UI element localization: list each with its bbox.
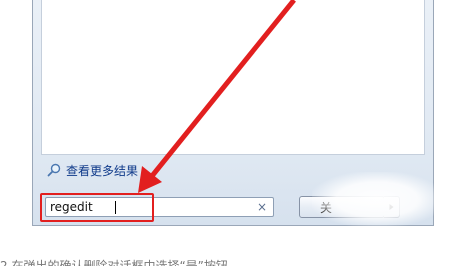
see-more-results-link[interactable]: 查看更多结果: [47, 161, 138, 179]
search-highlight-box: [40, 193, 154, 222]
magnifier-icon: [47, 163, 61, 177]
screenshot-stage: 查看更多结果 × 关 2 在弹出的确认删除对话框中选择“是”按钮。: [0, 0, 458, 266]
search-results-pane: [41, 0, 425, 155]
blurred-region: [312, 172, 442, 227]
clear-icon[interactable]: ×: [257, 199, 267, 215]
see-more-results-label: 查看更多结果: [66, 163, 139, 178]
caption-text: 2 在弹出的确认删除对话框中选择“是”按钮。: [0, 259, 240, 266]
